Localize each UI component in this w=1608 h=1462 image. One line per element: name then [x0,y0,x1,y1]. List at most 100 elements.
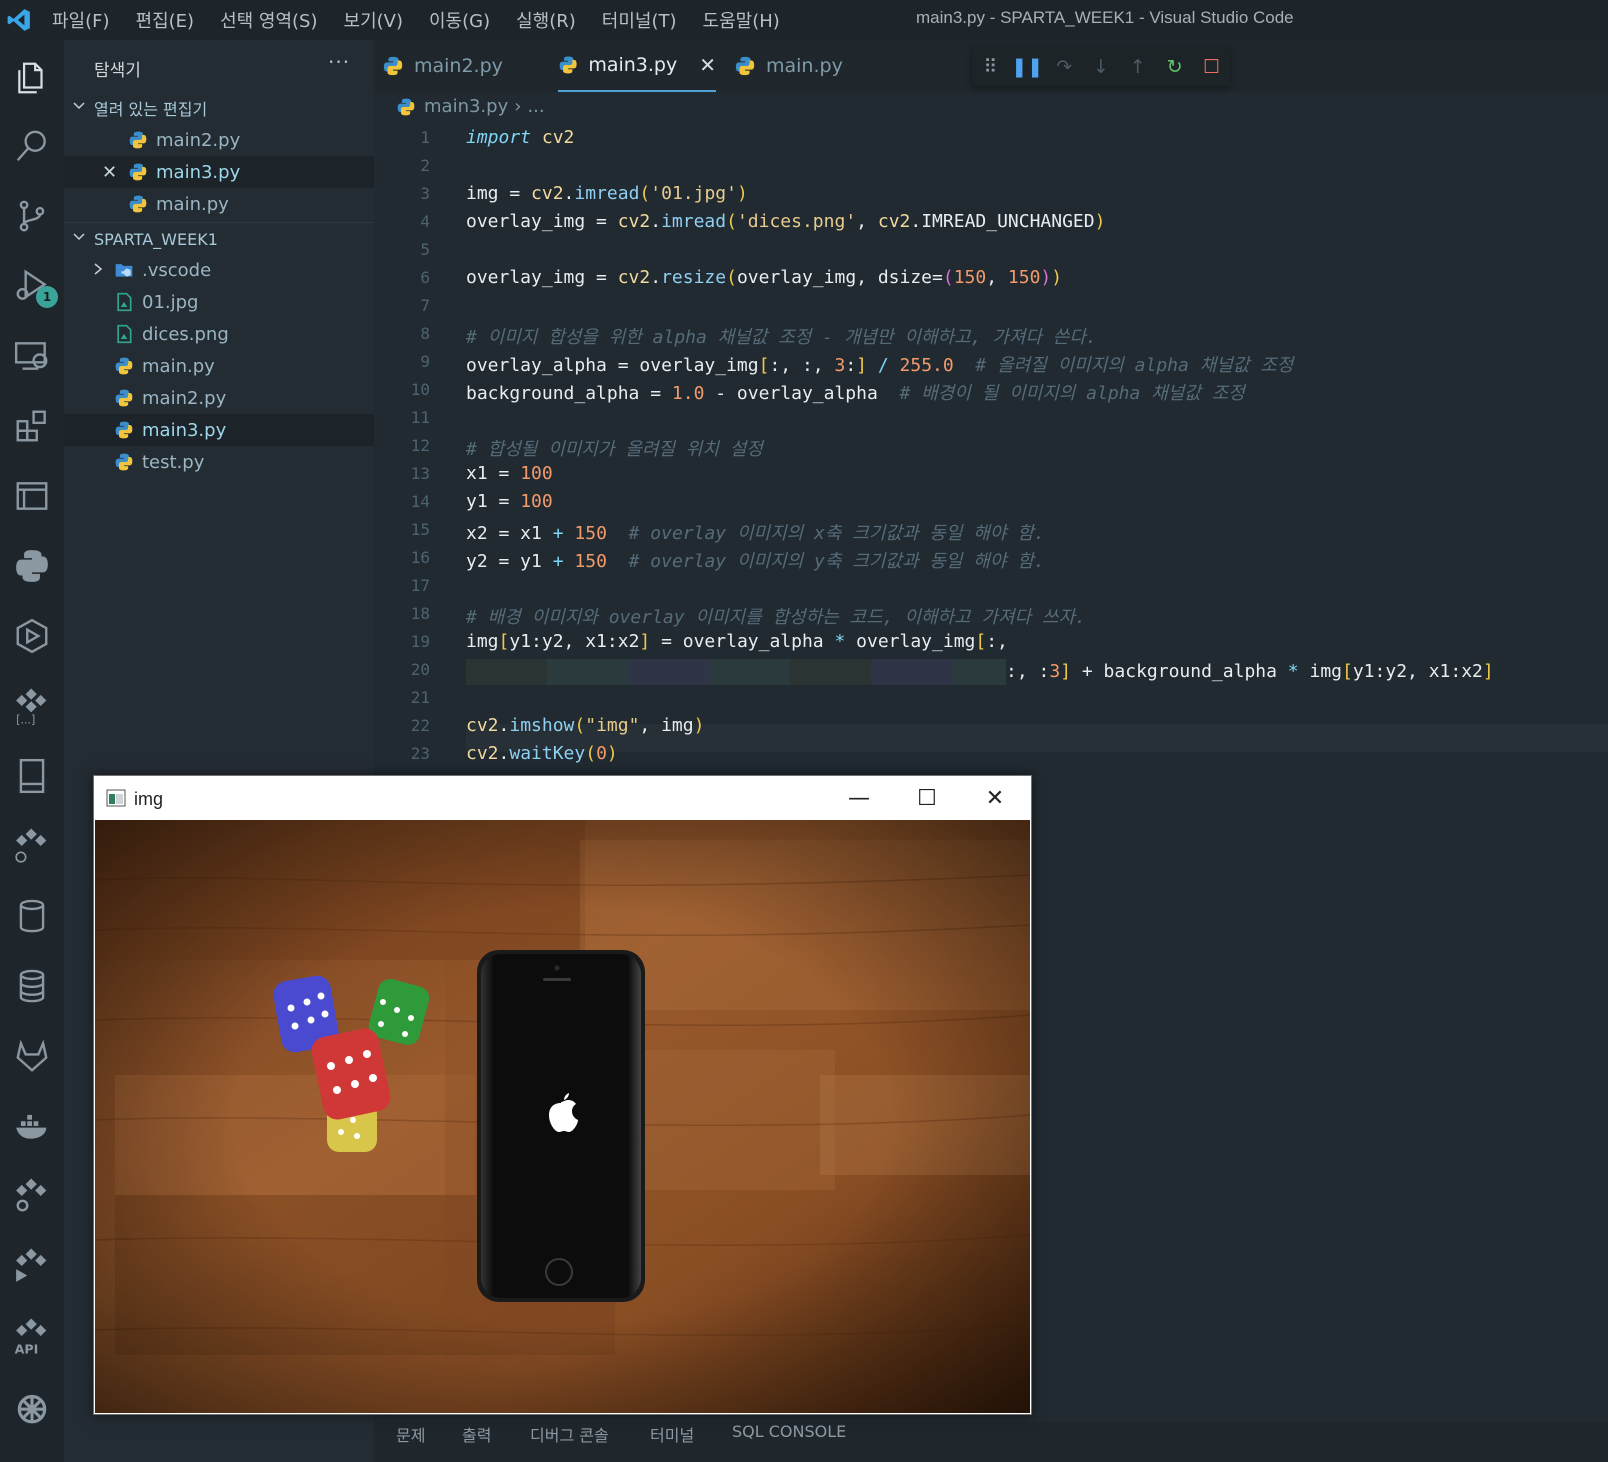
menu-go[interactable]: 이동(G) [429,7,490,33]
kubernetes-settings-icon[interactable] [8,1172,56,1220]
code-line: 16 y2 = y1 + 150 # overlay 이미지의 y축 크기값과 … [374,544,1608,572]
panel-tab-problems[interactable]: 문제 [396,1422,425,1446]
menu-run[interactable]: 실행(R) [516,7,576,33]
open-editor-item[interactable]: main.py [64,188,374,220]
more-actions-icon[interactable]: ··· [328,50,350,74]
run-debug-icon[interactable]: 1 [8,262,58,310]
code-comment: # overlay 이미지의 x축 크기값과 동일 해야 함. [628,523,1045,544]
code-token: 150 [574,523,607,544]
code-token: ] [639,631,651,652]
python-file-icon [397,98,415,115]
close-icon[interactable]: ✕ [962,776,1028,820]
file-label: .vscode [142,259,212,281]
code-token: . [563,183,575,204]
stop-icon[interactable]: ☐ [1193,56,1230,78]
extensions-icon[interactable] [8,402,56,450]
tab-label: main2.py [414,55,503,77]
code-token: ) [1051,267,1063,288]
image-file-icon [117,324,132,344]
line-number: 15 [410,520,430,539]
step-over-icon[interactable]: ↷ [1046,56,1083,78]
close-icon[interactable]: ✕ [699,53,716,77]
code-line: 21 [374,684,1608,712]
maximize-icon[interactable]: ☐ [894,776,960,820]
gitlab-icon[interactable] [8,1032,56,1080]
menu-edit[interactable]: 편집(E) [136,7,195,33]
panel-tab-terminal[interactable]: 터미널 [650,1422,694,1446]
panel-tab-output[interactable]: 출력 [462,1422,491,1446]
pause-icon[interactable]: ❚❚ [1009,56,1046,78]
code-line: 19 img[y1:y2, x1:x2] = overlay_alpha * o… [374,628,1608,656]
code-line: 8 # 이미지 합성을 위한 alpha 채널값 조정 - 개념만 이해하고, … [374,320,1608,348]
panel-tab-sql-console[interactable]: SQL CONSOLE [732,1422,846,1441]
file-item[interactable]: main2.py [64,382,374,414]
database-stack-icon[interactable] [8,962,56,1010]
code-token: / [867,355,900,376]
folder-section[interactable]: SPARTA_WEEK1 [64,222,374,255]
code-token: "img" [585,715,640,736]
remote-hex-icon[interactable] [8,612,56,660]
minimize-icon[interactable]: — [826,776,892,820]
close-icon[interactable]: ✕ [102,162,128,183]
code-token: overlay_img = [466,211,618,232]
tab-main[interactable]: main.py [734,40,843,92]
breadcrumb[interactable]: main3.py › ... [396,96,545,117]
file-label: main2.py [142,387,227,409]
code-token: : [845,355,857,376]
debug-toolbar: ⠿ ❚❚ ↷ ↓ ↑ ↻ ☐ [972,48,1230,86]
search-icon[interactable] [8,122,56,170]
open-editors-section[interactable]: 열려 있는 편집기 [64,92,374,124]
chevron-down-icon [72,230,86,248]
file-item[interactable]: test.py [64,446,374,478]
file-item-active[interactable]: main3.py [64,414,374,446]
svg-text:[...]: [...] [16,713,35,725]
line-number: 21 [410,688,430,707]
menu-help[interactable]: 도움말(H) [703,7,780,33]
restart-icon[interactable]: ↻ [1156,56,1193,78]
step-into-icon[interactable]: ↓ [1083,56,1120,78]
code-token: overlay_img [845,631,976,652]
book-icon[interactable] [8,752,56,800]
panel-tab-debug-console[interactable]: 디버그 콘솔 [530,1422,609,1446]
tab-label: main.py [766,55,843,77]
code-line: 1 import cv2 [374,124,1608,152]
file-item[interactable]: main.py [64,350,374,382]
code-token: imread [574,183,640,204]
menu-view[interactable]: 보기(V) [344,7,403,33]
menu-terminal[interactable]: 터미널(T) [602,7,677,33]
tab-main2[interactable]: main2.py [382,40,503,92]
file-item[interactable]: 01.jpg [64,286,374,318]
database-icon[interactable] [8,892,56,940]
open-editor-item[interactable]: main2.py [64,124,374,156]
title-bar: 파일(F) 편집(E) 선택 영역(S) 보기(V) 이동(G) 실행(R) 터… [0,0,1608,40]
kubernetes-deploy-icon[interactable] [8,1242,56,1290]
code-line: 6 overlay_img = cv2.resize(overlay_img, … [374,264,1608,292]
code-token: , [856,211,878,232]
remote-explorer-icon[interactable] [8,332,56,380]
folder-item-vscode[interactable]: .vscode [64,254,374,286]
explorer-icon[interactable] [8,54,56,102]
menu-file[interactable]: 파일(F) [52,7,110,33]
docker-icon[interactable] [8,1102,56,1150]
code-token: img [466,631,499,652]
editor-tabs: main2.py main3.py ✕ main.py ⠿ ❚❚ ↷ ↓ ↑ ↻… [374,40,1608,92]
line-number: 2 [420,156,430,175]
code-token: ) [606,743,618,764]
code-token: [ [1342,661,1353,682]
file-item[interactable]: dices.png [64,318,374,350]
step-out-icon[interactable]: ↑ [1119,56,1156,78]
image-window-titlebar[interactable]: img — ☐ ✕ [94,776,1031,820]
source-control-icon[interactable] [8,192,56,240]
panel-icon[interactable] [8,472,56,520]
kubernetes-cluster-icon[interactable] [8,822,56,870]
code-token: [ [758,355,770,376]
api-icon[interactable]: API [8,1312,56,1360]
open-editor-item-active[interactable]: ✕ main3.py [64,156,374,188]
menu-selection[interactable]: 선택 영역(S) [220,7,317,33]
drag-handle-icon[interactable]: ⠿ [972,56,1009,78]
python-icon[interactable] [8,542,56,590]
kubernetes-icon[interactable]: [...] [8,682,56,730]
helm-icon[interactable] [8,1382,56,1430]
tab-main3[interactable]: main3.py ✕ [558,40,716,92]
